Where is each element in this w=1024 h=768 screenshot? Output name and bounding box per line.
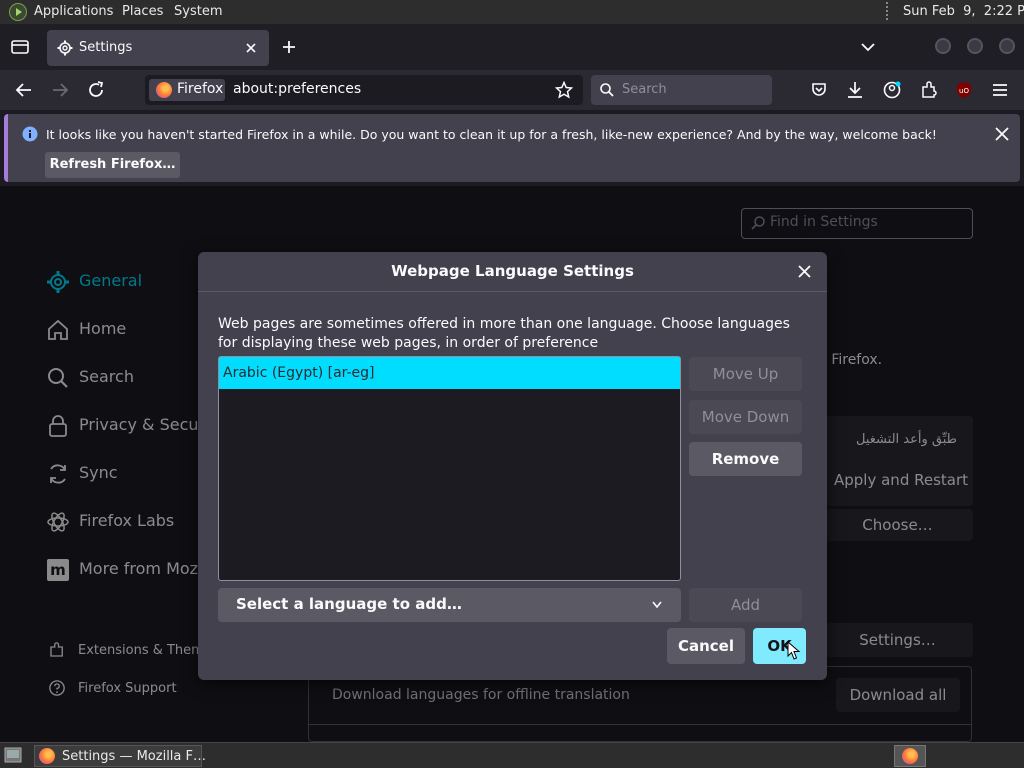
back-icon[interactable] <box>15 82 33 98</box>
search-icon <box>600 83 614 97</box>
firefox-logo-icon <box>902 748 918 764</box>
taskbar: Settings — Mozilla F… <box>0 742 1024 768</box>
add-button[interactable]: Add <box>689 588 802 622</box>
menu-system[interactable]: System <box>174 4 222 19</box>
forward-icon[interactable] <box>51 82 69 98</box>
dialog-title: Webpage Language Settings <box>391 262 634 280</box>
search-placeholder: Search <box>622 82 667 97</box>
gear-icon <box>57 40 73 56</box>
taskbar-firefox-window[interactable]: Settings — Mozilla F… <box>34 745 206 767</box>
search-bar[interactable]: Search <box>591 75 772 105</box>
menu-applications[interactable]: Applications <box>34 4 113 19</box>
show-desktop-icon[interactable] <box>4 747 22 763</box>
url-text[interactable]: about:preferences <box>233 81 361 97</box>
url-bar[interactable]: Firefox about:preferences <box>145 75 583 105</box>
menu-places[interactable]: Places <box>122 4 163 19</box>
dialog-description: Web pages are sometimes offered in more … <box>218 316 790 351</box>
close-tab-icon[interactable] <box>245 42 257 54</box>
minimize-window-button[interactable] <box>935 38 951 54</box>
notification-bar: It looks like you haven't started Firefo… <box>4 114 1020 182</box>
close-window-button[interactable] <box>999 38 1015 54</box>
bookmark-star-icon[interactable] <box>555 81 573 99</box>
reload-icon[interactable] <box>87 81 105 99</box>
tab-settings[interactable]: Settings <box>47 30 269 66</box>
select-placeholder: Select a language to add… <box>236 595 462 613</box>
move-down-button[interactable]: Move Down <box>689 400 802 434</box>
identity-box[interactable]: Firefox <box>149 79 225 101</box>
refresh-firefox-button[interactable]: Refresh Firefox… <box>45 152 180 178</box>
ublock-origin-icon[interactable]: uO <box>955 81 973 99</box>
cancel-button[interactable]: Cancel <box>667 628 745 664</box>
account-icon[interactable] <box>883 81 901 99</box>
close-notification-icon[interactable] <box>995 127 1009 141</box>
list-tabs-chevron-icon[interactable] <box>861 42 875 52</box>
task-label: Settings — Mozilla F… <box>62 749 206 764</box>
tab-title: Settings <box>79 40 133 55</box>
remove-button[interactable]: Remove <box>689 442 802 476</box>
language-select-dropdown[interactable]: Select a language to add… <box>218 588 681 622</box>
clock[interactable]: Sun Feb 9, 2:22 PM <box>903 4 1024 19</box>
language-list-item-selected[interactable]: Arabic (Egypt) [ar-eg] <box>219 357 680 389</box>
top-panel: Applications Places System Sun Feb 9, 2:… <box>0 0 1024 24</box>
maximize-window-button[interactable] <box>967 38 983 54</box>
navigation-toolbar: Firefox about:preferences Search uO <box>0 70 1024 110</box>
chevron-down-icon <box>652 601 662 609</box>
svg-text:uO: uO <box>959 87 969 95</box>
panel-separator <box>886 2 890 20</box>
tab-strip: Settings <box>0 24 1024 70</box>
move-up-button[interactable]: Move Up <box>689 357 802 391</box>
language-list[interactable]: Arabic (Egypt) [ar-eg] <box>218 356 681 581</box>
firefox-logo-icon <box>39 748 55 764</box>
new-tab-icon[interactable] <box>282 40 296 54</box>
info-icon <box>22 126 38 142</box>
downloads-icon[interactable] <box>847 81 863 99</box>
firefox-logo-icon <box>156 82 172 98</box>
system-logo-icon[interactable] <box>9 3 27 21</box>
mouse-cursor-icon <box>787 641 801 660</box>
notification-message: It looks like you haven't started Firefo… <box>46 127 937 142</box>
identity-label: Firefox <box>177 81 224 97</box>
hamburger-menu-icon[interactable] <box>992 83 1008 97</box>
dialog-header-divider <box>198 291 827 292</box>
pocket-icon[interactable] <box>811 82 827 98</box>
workspace-switcher[interactable] <box>894 745 926 767</box>
extensions-icon[interactable] <box>920 81 938 99</box>
webpage-language-dialog: Webpage Language Settings Web pages are … <box>198 252 827 680</box>
close-dialog-icon[interactable] <box>798 265 811 278</box>
firefox-view-icon[interactable] <box>11 39 29 55</box>
